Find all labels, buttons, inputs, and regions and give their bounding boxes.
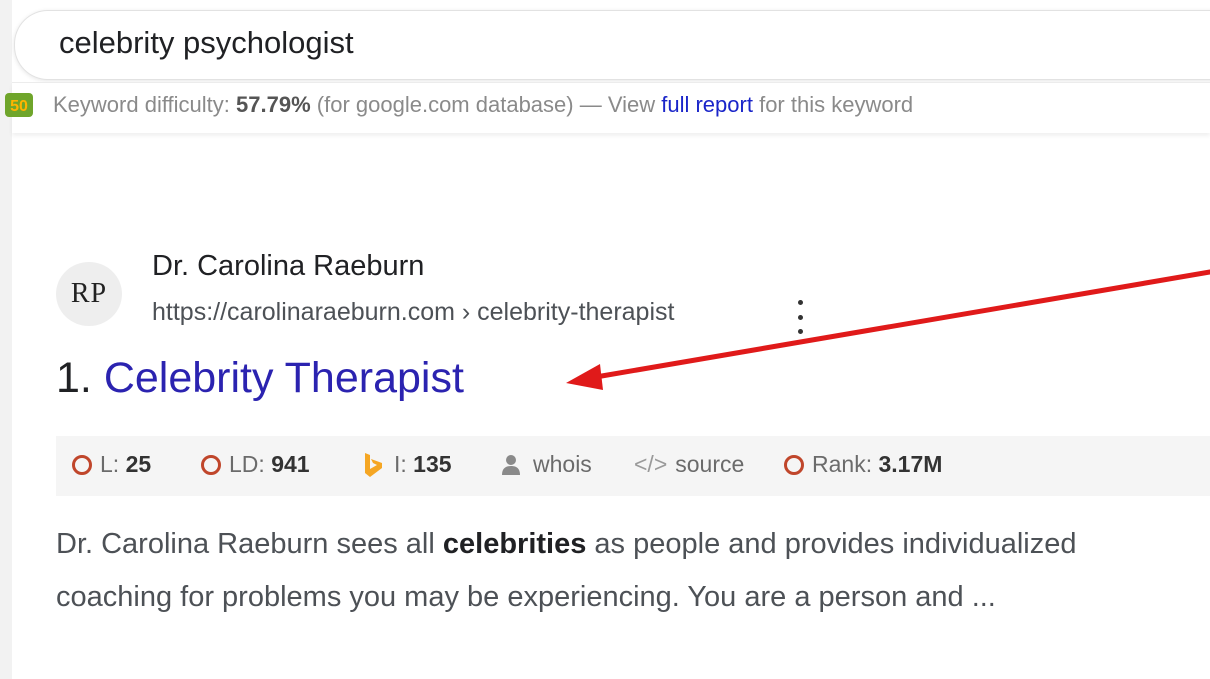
red-arrow-annotation [566,269,1210,390]
